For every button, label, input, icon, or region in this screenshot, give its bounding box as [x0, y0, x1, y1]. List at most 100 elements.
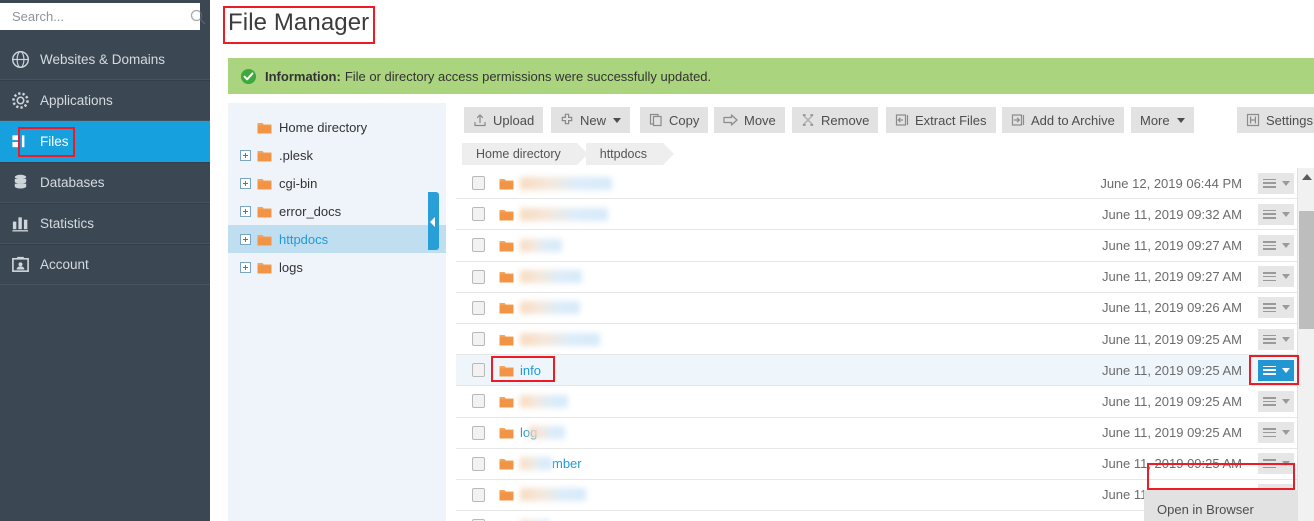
menu-item-open-in-browser[interactable]: Open in Browser — [1144, 494, 1298, 521]
row-checkbox[interactable] — [472, 238, 485, 253]
table-row-info[interactable]: info June 11, 2019 09:25 AM — [456, 355, 1314, 387]
row-checkbox[interactable] — [472, 269, 485, 284]
file-name-label: info — [520, 362, 541, 378]
extract-files-button[interactable]: Extract Files — [886, 107, 996, 133]
file-name-cell[interactable] — [499, 270, 1102, 284]
row-checkbox[interactable] — [472, 394, 485, 409]
row-menu-button[interactable] — [1258, 234, 1294, 256]
sidebar-item-account[interactable]: Account — [0, 244, 210, 285]
file-name-cell[interactable] — [499, 238, 1102, 252]
add-to-archive-button[interactable]: Add to Archive — [1002, 107, 1124, 133]
row-checkbox[interactable] — [472, 300, 485, 315]
row-menu-button[interactable] — [1258, 266, 1294, 288]
settings-button[interactable]: Settings — [1237, 107, 1314, 133]
breadcrumb-item-home[interactable]: Home directory — [462, 143, 588, 165]
file-name-cell[interactable] — [499, 332, 1102, 346]
file-name-cell[interactable]: mber — [499, 456, 1102, 471]
scroll-up-arrow-icon[interactable] — [1302, 174, 1312, 180]
table-row[interactable]: June 11, 2019 09:25 AM — [456, 386, 1314, 418]
file-name-cell[interactable] — [499, 488, 1102, 502]
banner-message: File or directory access permissions wer… — [344, 68, 712, 84]
row-menu-button[interactable] — [1258, 390, 1294, 412]
button-label: Settings — [1266, 112, 1313, 128]
move-button[interactable]: Move — [714, 107, 785, 133]
row-menu-button[interactable] — [1258, 297, 1294, 319]
tree-node-label: logs — [279, 259, 303, 275]
chevron-down-icon — [1281, 305, 1290, 311]
file-name-cell[interactable]: log — [499, 425, 1102, 440]
table-row[interactable]: mber June 11, 2019 09:25 AM — [456, 449, 1314, 480]
search-input[interactable] — [10, 8, 190, 25]
chevron-down-icon — [1281, 398, 1290, 404]
tree-collapse-handle[interactable] — [428, 192, 439, 250]
tree-node-error-docs[interactable]: error_docs — [228, 197, 446, 225]
row-menu-button[interactable] — [1258, 203, 1294, 225]
tree-node-plesk[interactable]: .plesk — [228, 141, 446, 169]
file-name-cell-info[interactable]: info — [499, 363, 1102, 378]
file-name-cell[interactable] — [499, 301, 1102, 315]
table-row[interactable]: June 12, 2019 06:44 PM — [456, 168, 1314, 200]
table-row[interactable]: June 11, 2019 09:25 AM — [456, 324, 1314, 356]
row-checkbox[interactable] — [472, 176, 485, 191]
sidebar-item-files[interactable]: Files — [0, 121, 210, 162]
copy-button[interactable]: Copy — [640, 107, 709, 133]
more-button[interactable]: More — [1131, 107, 1194, 133]
expand-icon[interactable] — [240, 261, 251, 273]
row-checkbox[interactable] — [472, 487, 485, 502]
file-date: June 11, 2019 09:25 AM — [1102, 425, 1242, 441]
file-date: June 11, 2019 09:27 AM — [1102, 269, 1242, 285]
sidebar-item-label: Account — [40, 257, 89, 272]
row-menu-button[interactable] — [1258, 422, 1294, 444]
sidebar-item-applications[interactable]: Applications — [0, 80, 210, 121]
folder-icon — [499, 334, 514, 345]
row-checkbox[interactable] — [472, 207, 485, 222]
table-row[interactable]: June 11, 2019 09:26 AM — [456, 293, 1314, 324]
search-icon — [190, 9, 206, 24]
row-checkbox[interactable] — [472, 332, 485, 347]
folder-icon — [257, 262, 272, 273]
remove-button[interactable]: Remove — [792, 107, 879, 133]
expand-icon[interactable] — [240, 205, 251, 217]
row-menu-button-active[interactable] — [1258, 359, 1294, 381]
sidebar-item-label: Statistics — [40, 216, 95, 231]
search-box[interactable] — [0, 3, 206, 30]
tree-node-httpdocs[interactable]: httpdocs — [228, 225, 446, 253]
folder-icon — [499, 396, 514, 408]
scrollbar-thumb[interactable] — [1299, 211, 1314, 329]
row-checkbox[interactable] — [472, 456, 485, 471]
row-menu-button[interactable] — [1258, 453, 1294, 475]
folder-icon — [499, 241, 514, 252]
tree-node-logs[interactable]: logs — [228, 253, 446, 281]
expand-icon[interactable] — [240, 149, 251, 161]
file-name-cell[interactable] — [499, 394, 1102, 408]
new-button[interactable]: New — [551, 107, 631, 133]
vertical-scrollbar[interactable] — [1297, 168, 1314, 521]
file-manager-screen: Websites & Domains Applications Files — [0, 0, 1314, 521]
row-menu-button[interactable] — [1258, 172, 1294, 194]
tree-node-label: cgi-bin — [279, 175, 318, 191]
sidebar-item-label: Applications — [40, 93, 113, 108]
folder-icon — [499, 428, 514, 439]
breadcrumb-item-httpdocs[interactable]: httpdocs — [585, 143, 675, 165]
row-menu-button[interactable] — [1258, 328, 1294, 350]
sidebar-item-websites-domains[interactable]: Websites & Domains — [0, 39, 210, 80]
upload-button[interactable]: Upload — [464, 107, 544, 133]
table-row[interactable]: June 11, 2019 09:32 AM — [456, 199, 1314, 231]
expand-icon[interactable] — [240, 177, 251, 189]
tree-node-home-directory[interactable]: Home directory — [228, 113, 446, 141]
tree-node-label: httpdocs — [279, 231, 329, 247]
folder-icon — [257, 150, 272, 161]
table-row[interactable]: June 11, 2019 09:27 AM — [456, 230, 1314, 262]
redacted-file-name — [520, 457, 552, 471]
table-row[interactable]: log June 11, 2019 09:25 AM — [456, 418, 1314, 449]
breadcrumb-label: httpdocs — [599, 147, 648, 161]
tree-node-cgi-bin[interactable]: cgi-bin — [228, 169, 446, 197]
file-name-cell[interactable] — [499, 176, 1100, 190]
file-name-cell[interactable] — [499, 207, 1102, 221]
row-checkbox[interactable] — [472, 363, 485, 378]
sidebar-item-databases[interactable]: Databases — [0, 162, 210, 203]
row-checkbox[interactable] — [472, 425, 485, 440]
table-row[interactable]: June 11, 2019 09:27 AM — [456, 262, 1314, 293]
expand-icon[interactable] — [240, 233, 251, 245]
sidebar-item-statistics[interactable]: Statistics — [0, 203, 210, 244]
